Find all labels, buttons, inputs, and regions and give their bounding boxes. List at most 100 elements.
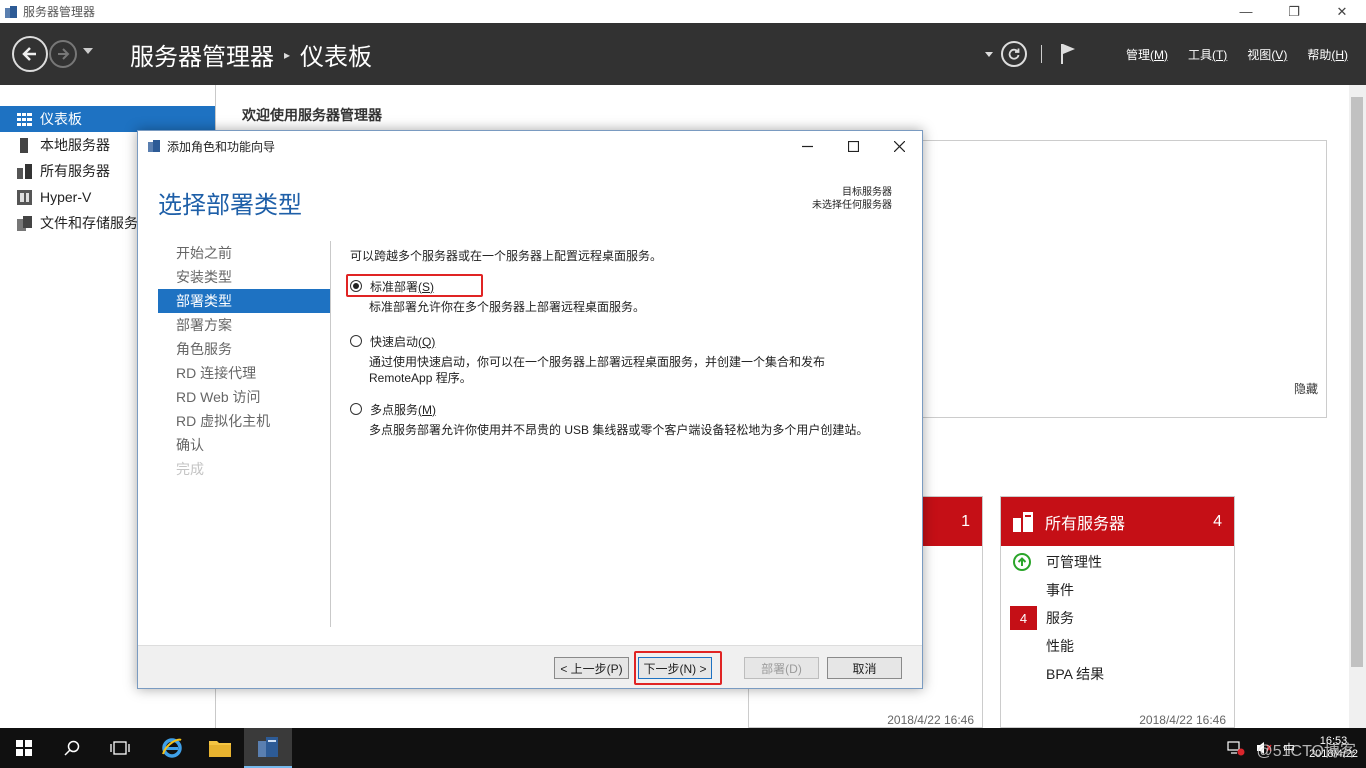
taskbar-internet-explorer[interactable] — [148, 728, 196, 768]
start-button[interactable] — [0, 728, 48, 768]
deploy-button: 部署(D) — [744, 657, 819, 679]
add-roles-wizard-dialog: 添加角色和功能向导 选择部署类型 目标服务器 未选择任何服务器 开始之前 安装类… — [137, 130, 923, 689]
option-description: 多点服务部署允许你使用并不昂贵的 USB 集线器或零个客户端设备轻松地为多个用户… — [369, 423, 869, 437]
step-deployment-scenario[interactable]: 部署方案 — [158, 313, 330, 337]
minimize-button[interactable]: — — [1222, 0, 1270, 23]
welcome-title: 欢迎使用服务器管理器 — [242, 107, 382, 123]
tile-count: 4 — [1213, 512, 1222, 530]
tile-row-performance[interactable]: 性能 — [1001, 632, 1234, 660]
tile-row-events[interactable]: 事件 — [1001, 576, 1234, 604]
refresh-icon — [1008, 48, 1020, 60]
step-before-you-begin[interactable]: 开始之前 — [158, 241, 330, 265]
tile-timestamp: 2018/4/22 16:46 — [887, 713, 974, 727]
header-dropdown-icon[interactable] — [984, 51, 993, 57]
search-icon — [64, 740, 80, 756]
previous-button[interactable]: < 上一步(P) — [554, 657, 629, 679]
forward-button[interactable] — [49, 40, 77, 68]
step-deployment-type[interactable]: 部署类型 — [158, 289, 330, 313]
arrow-left-icon — [22, 47, 36, 61]
cancel-button[interactable]: 取消 — [827, 657, 902, 679]
step-role-services[interactable]: 角色服务 — [158, 337, 330, 361]
menu-manage[interactable]: 管理(M) — [1126, 46, 1168, 63]
dialog-titlebar[interactable]: 添加角色和功能向导 — [138, 131, 922, 161]
breadcrumb-page: 仪表板 — [300, 44, 373, 71]
option-quick-start[interactable]: 快速启动(Q) 通过使用快速启动，你可以在一个服务器上部署远程桌面服务，并创建一… — [350, 331, 905, 386]
arrow-right-icon — [58, 48, 70, 60]
step-rd-web-access[interactable]: RD Web 访问 — [158, 385, 330, 409]
sidebar-item-dashboard[interactable]: 仪表板 — [0, 106, 215, 132]
taskbar-file-explorer[interactable] — [196, 728, 244, 768]
option-description: 通过使用快速启动，你可以在一个服务器上部署远程桌面服务，并创建一个集合和发布 R… — [369, 355, 826, 385]
dashboard-icon — [16, 111, 32, 127]
dialog-close-button[interactable] — [876, 131, 922, 161]
sidebar-item-label: Hyper-V — [40, 189, 92, 205]
minimize-icon — [801, 145, 813, 147]
dialog-minimize-button[interactable] — [784, 131, 830, 161]
tile-row-bpa[interactable]: BPA 结果 — [1001, 660, 1234, 688]
network-icon[interactable] — [1227, 740, 1245, 756]
task-view-button[interactable] — [96, 728, 144, 768]
dialog-footer: < 上一步(P) 下一步(N) > 部署(D) 取消 — [138, 645, 922, 688]
step-completion: 完成 — [176, 461, 204, 477]
step-rd-virtualization-host[interactable]: RD 虚拟化主机 — [158, 409, 330, 433]
history-dropdown-icon[interactable] — [83, 48, 93, 54]
window-title: 服务器管理器 — [23, 5, 96, 19]
option-label: 多点服务(M) — [370, 402, 437, 417]
watermark: @51CTO博客 — [1256, 743, 1356, 760]
back-button[interactable] — [12, 36, 48, 72]
tile-all-servers[interactable]: 所有服务器 4 可管理性 事件 4 服务 性能 BPA 结果 2018/4/22… — [1000, 496, 1235, 728]
option-standard-deployment[interactable]: 标准部署(S) 标准部署允许你在多个服务器上部署远程桌面服务。 — [346, 274, 905, 315]
option-multipoint-services[interactable]: 多点服务(M) 多点服务部署允许你使用并不昂贵的 USB 集线器或零个客户端设备… — [350, 399, 905, 438]
notifications-flag-icon[interactable] — [1060, 43, 1076, 65]
sidebar-item-label: 所有服务器 — [40, 163, 110, 179]
radio-multipoint-services[interactable] — [350, 403, 362, 415]
status-ok-icon — [1013, 553, 1031, 571]
menu-help[interactable]: 帮助(H) — [1307, 46, 1348, 63]
alert-count-badge: 4 — [1010, 606, 1037, 630]
tile-count: 1 — [961, 512, 970, 530]
menu-tools[interactable]: 工具(T) — [1188, 46, 1227, 63]
internet-explorer-icon — [162, 738, 182, 758]
taskbar-server-manager[interactable] — [244, 728, 292, 768]
restore-button[interactable]: ❐ — [1270, 0, 1318, 23]
dialog-maximize-button[interactable] — [830, 131, 876, 161]
header-bar: 服务器管理器 ▸ 仪表板 管理(M) 工具(T) 视图(V) 帮助(H) — [0, 23, 1366, 85]
maximize-icon — [847, 140, 859, 152]
breadcrumb-separator: ▸ — [284, 47, 291, 62]
hyperv-icon — [16, 189, 32, 205]
scrollbar-thumb[interactable] — [1351, 97, 1363, 667]
window-titlebar: 服务器管理器 — ❐ ✕ — [0, 0, 1366, 23]
close-button[interactable]: ✕ — [1318, 0, 1366, 23]
dialog-title: 添加角色和功能向导 — [167, 139, 276, 154]
step-installation-type[interactable]: 安装类型 — [158, 265, 330, 289]
highlight-annotation — [346, 274, 483, 297]
tile-row-services[interactable]: 4 服务 — [1001, 604, 1234, 632]
step-rd-connection-broker[interactable]: RD 连接代理 — [158, 361, 330, 385]
sidebar-item-label: 仪表板 — [40, 111, 82, 127]
server-icon — [16, 137, 32, 153]
search-button[interactable] — [48, 728, 96, 768]
intro-text: 可以跨越多个服务器或在一个服务器上配置远程桌面服务。 — [350, 249, 663, 263]
storage-icon — [16, 215, 32, 231]
task-view-icon — [110, 741, 130, 755]
refresh-button[interactable] — [1000, 41, 1027, 67]
hide-link[interactable]: 隐藏 — [1294, 380, 1318, 397]
vertical-scrollbar[interactable] — [1349, 85, 1366, 728]
close-icon — [893, 140, 905, 152]
step-confirmation[interactable]: 确认 — [158, 433, 330, 457]
tile-header[interactable]: 所有服务器 4 — [1001, 497, 1234, 546]
server-manager-icon — [148, 140, 160, 152]
breadcrumb-app[interactable]: 服务器管理器 — [130, 37, 274, 72]
wizard-page-title: 选择部署类型 — [158, 192, 302, 219]
menu-view[interactable]: 视图(V) — [1247, 46, 1287, 63]
tile-row-manageability[interactable]: 可管理性 — [1001, 548, 1234, 576]
windows-logo-icon — [16, 740, 32, 756]
radio-quick-start[interactable] — [350, 335, 362, 347]
option-label: 快速启动(Q) — [370, 334, 436, 349]
next-button[interactable]: 下一步(N) > — [638, 657, 712, 679]
server-manager-icon — [258, 737, 278, 757]
tile-title: 所有服务器 — [1045, 515, 1126, 533]
option-description: 标准部署允许你在多个服务器上部署远程桌面服务。 — [369, 300, 646, 314]
tile-timestamp: 2018/4/22 16:46 — [1139, 713, 1226, 727]
header-divider — [1040, 45, 1042, 63]
